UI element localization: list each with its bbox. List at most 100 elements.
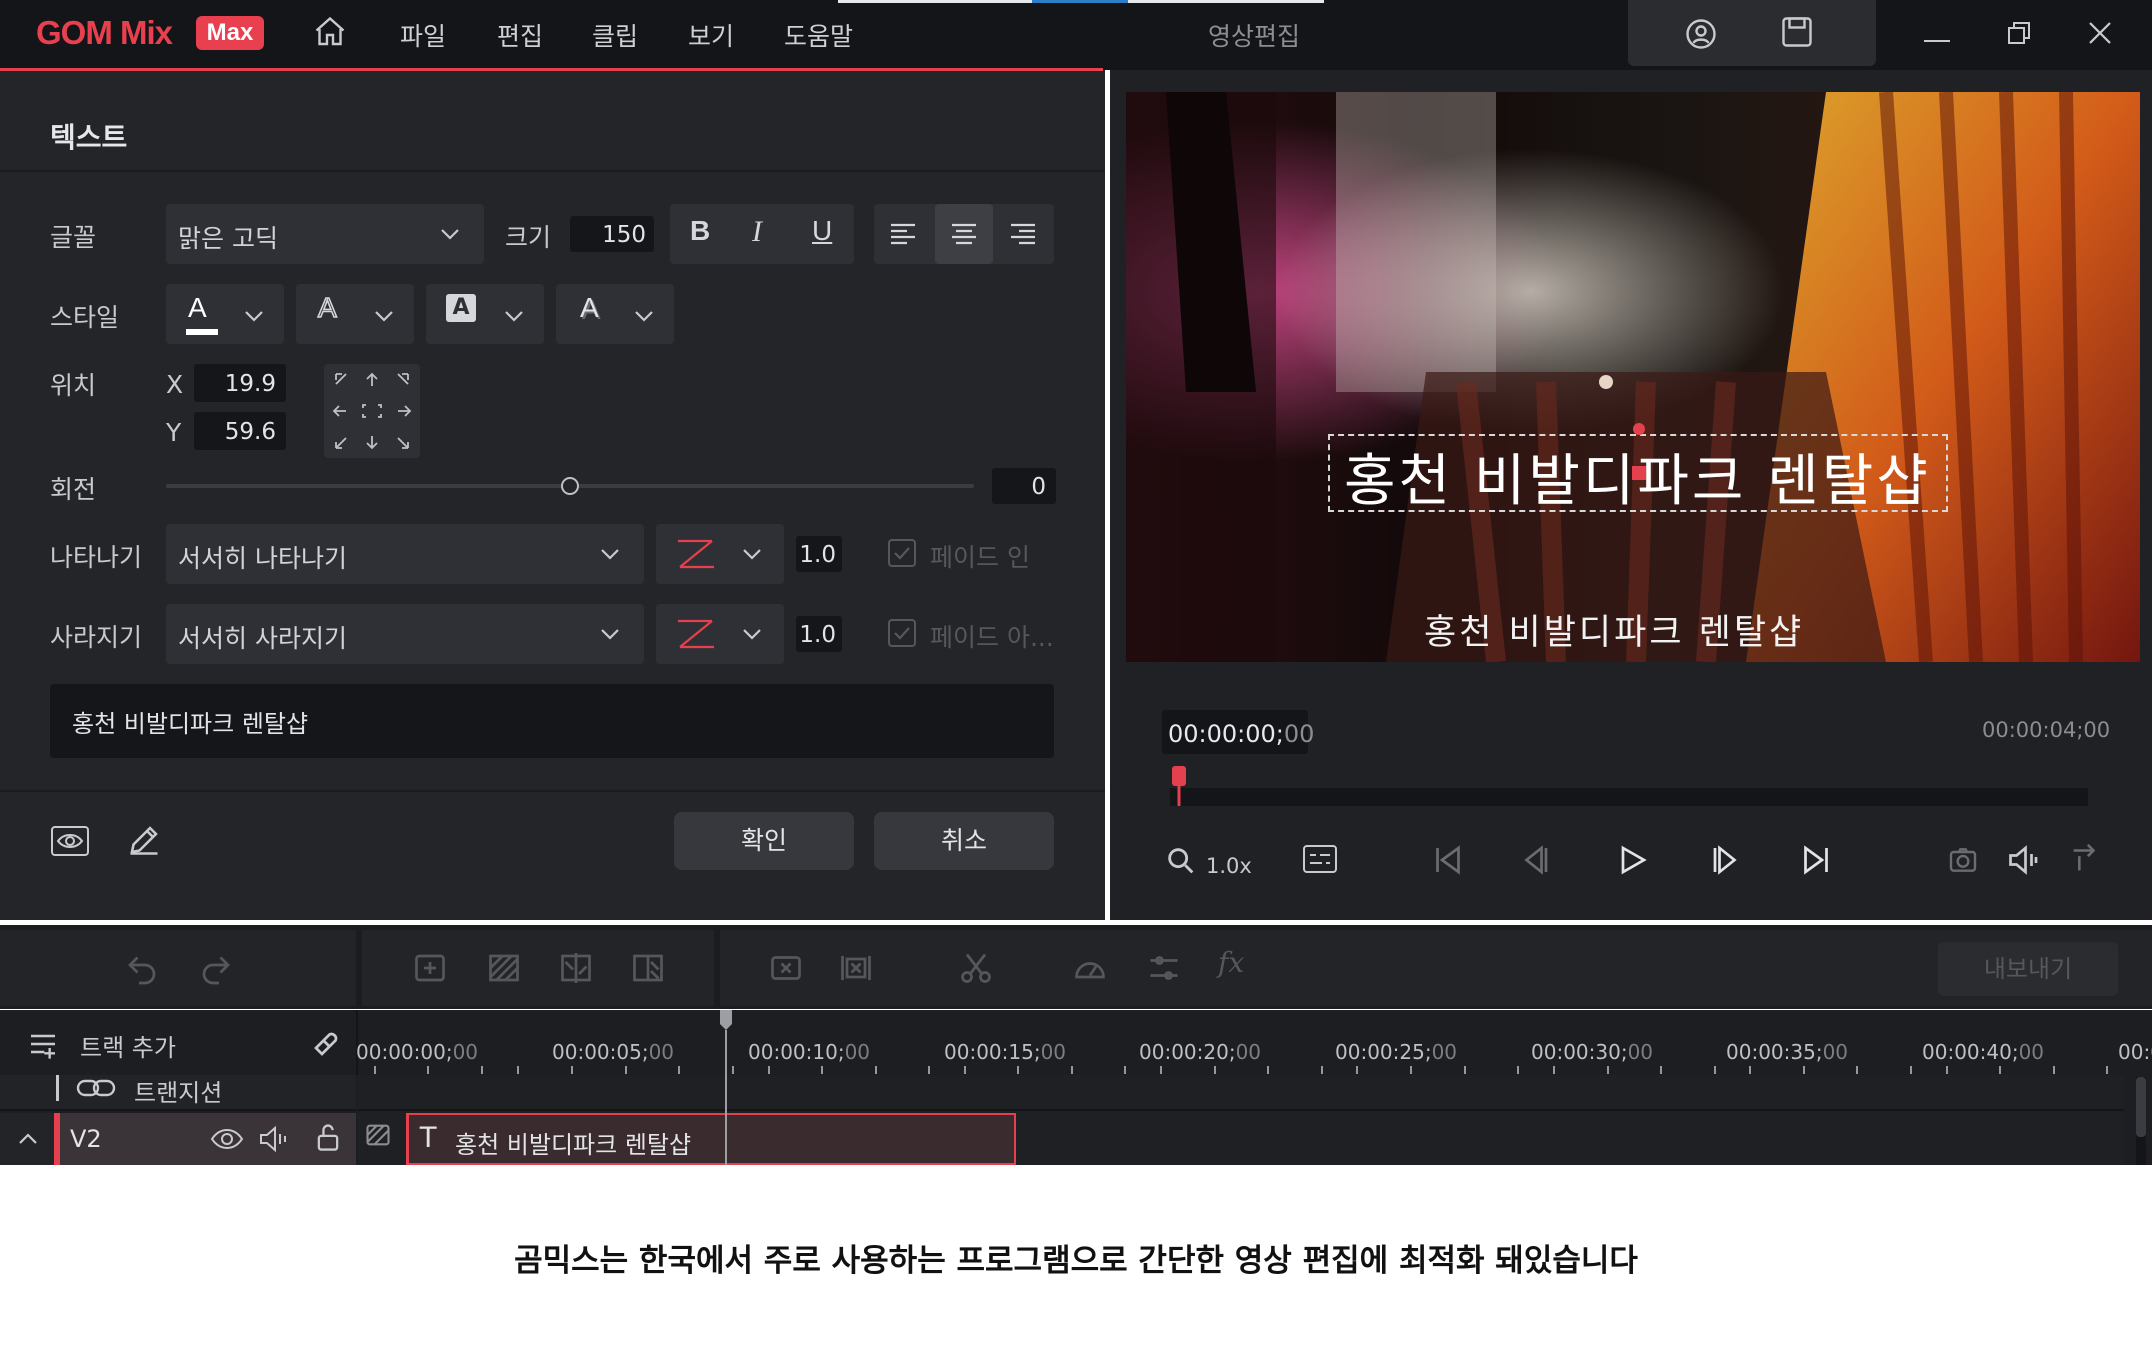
confirm-button[interactable]: 확인: [674, 812, 854, 870]
current-time-box: 00:00:00;00: [1162, 710, 1314, 754]
x-value: 19.9: [224, 371, 276, 397]
split-view-icon[interactable]: [556, 950, 596, 986]
easing-curve-icon: [676, 618, 716, 650]
appear-duration-input[interactable]: 1.0: [796, 536, 842, 572]
disappear-curve-select[interactable]: [656, 604, 784, 664]
appear-curve-select[interactable]: [656, 524, 784, 584]
half-view-icon[interactable]: [628, 950, 668, 986]
save-icon[interactable]: [1779, 14, 1815, 50]
account-icon[interactable]: [1683, 16, 1719, 52]
current-time-main: 00:00:00;: [1168, 720, 1284, 748]
subtitle-toggle-icon[interactable]: [1300, 842, 1340, 876]
video-preview[interactable]: [1126, 92, 2140, 662]
play-icon[interactable]: [1614, 842, 1650, 878]
x-input[interactable]: 19.9: [194, 364, 286, 402]
chevron-down-icon: [598, 544, 622, 564]
volume-icon[interactable]: [2006, 842, 2042, 878]
bold-button[interactable]: B: [690, 215, 710, 247]
edit-pen-icon[interactable]: [126, 822, 162, 858]
adjust-icon[interactable]: [1144, 950, 1184, 986]
rotation-slider[interactable]: [166, 477, 974, 495]
rotation-slider-knob[interactable]: [561, 477, 579, 495]
background-dropdown[interactable]: A: [426, 284, 544, 344]
ruler-tick-frames: 00: [1431, 1040, 1458, 1064]
ruler-tick-frames: 00: [2018, 1040, 2045, 1064]
close-icon[interactable]: [2085, 18, 2115, 48]
y-value: 59.6: [224, 419, 276, 445]
timeline-playhead[interactable]: [718, 1010, 734, 1165]
vertical-scrollbar[interactable]: [2136, 1077, 2146, 1165]
track-visibility-eye-icon[interactable]: [210, 1125, 244, 1153]
transition-track-header: 트랜지션: [0, 1075, 356, 1111]
go-to-end-icon[interactable]: [1798, 842, 1834, 878]
menu-file[interactable]: 파일: [400, 17, 446, 53]
font-select[interactable]: 맑은 고딕: [166, 204, 484, 264]
align-center-icon[interactable]: [949, 220, 979, 248]
appear-effect-select[interactable]: 서서히 나타나기: [166, 524, 644, 584]
fade-out-checkbox[interactable]: [888, 619, 916, 647]
undo-icon[interactable]: [122, 950, 162, 986]
delete-clip-icon[interactable]: [766, 950, 806, 986]
magnet-snap-icon[interactable]: [310, 1024, 346, 1060]
ruler-tick: 00:00:05;00: [552, 1040, 674, 1064]
text-clip[interactable]: T 홍천 비발디파크 렌탈샵: [406, 1113, 1016, 1165]
go-to-start-icon[interactable]: [1430, 842, 1466, 878]
y-input[interactable]: 59.6: [194, 412, 286, 450]
italic-button[interactable]: I: [752, 215, 762, 249]
track-tree-line: [56, 1075, 59, 1101]
track-mute-speaker-icon[interactable]: [258, 1125, 292, 1153]
seek-bar[interactable]: [1170, 788, 2088, 806]
outline-dropdown[interactable]: A: [296, 284, 414, 344]
rotation-input[interactable]: 0: [992, 468, 1056, 504]
minimize-icon[interactable]: [1924, 40, 1950, 42]
align-right-icon[interactable]: [1008, 220, 1038, 248]
restore-icon[interactable]: [2004, 18, 2034, 48]
size-input[interactable]: 150: [570, 216, 654, 252]
ruler-tick: 00:0: [2118, 1040, 2152, 1064]
effects-fx-icon[interactable]: fx: [1218, 946, 1244, 979]
ruler-tick-main: 00:00:05;: [552, 1040, 649, 1064]
shadow-dropdown[interactable]: A: [556, 284, 674, 344]
disappear-duration-input[interactable]: 1.0: [796, 616, 842, 652]
collapse-track-icon[interactable]: [16, 1129, 40, 1147]
cancel-button[interactable]: 취소: [874, 812, 1054, 870]
style-label: 스타일: [50, 303, 120, 332]
preview-eye-icon[interactable]: [50, 824, 90, 858]
rotation-handle[interactable]: [1633, 423, 1645, 435]
disappear-effect-select[interactable]: 서서히 사라지기: [166, 604, 644, 664]
fullscreen-icon[interactable]: [2068, 842, 2102, 876]
font-color-swatch: [186, 329, 218, 335]
description-caption: 곰믹스는 한국에서 주로 사용하는 프로그램으로 간단한 영상 편집에 최적화 …: [514, 1243, 1638, 1279]
zoom-icon[interactable]: [1164, 844, 1198, 878]
menu-clip[interactable]: 클립: [592, 17, 638, 53]
speed-icon[interactable]: [1070, 950, 1110, 986]
position-pad[interactable]: [324, 364, 420, 458]
next-frame-icon[interactable]: [1706, 842, 1742, 878]
fade-in-checkbox[interactable]: [888, 539, 916, 567]
align-left-icon[interactable]: [888, 220, 918, 248]
add-track-icon[interactable]: [26, 1028, 60, 1060]
menu-view[interactable]: 보기: [688, 17, 734, 53]
text-input[interactable]: 홍천 비발디파크 렌탈샵: [50, 684, 1054, 758]
menu-edit[interactable]: 편집: [497, 17, 543, 53]
add-image-icon[interactable]: [484, 950, 524, 986]
font-color-dropdown[interactable]: A: [166, 284, 284, 344]
add-media-icon[interactable]: [410, 950, 450, 986]
underline-button[interactable]: U: [812, 215, 832, 247]
remove-gap-icon[interactable]: [836, 950, 876, 986]
playhead-marker[interactable]: [1171, 766, 1187, 806]
export-button[interactable]: 내보내기: [1938, 942, 2118, 996]
snapshot-icon[interactable]: [1946, 844, 1980, 876]
text-input-value: 홍천 비발디파크 렌탈샵: [72, 710, 309, 738]
track-lock-icon[interactable]: [314, 1121, 342, 1153]
add-track-label[interactable]: 트랙 추가: [80, 1028, 176, 1063]
home-icon[interactable]: [312, 14, 348, 50]
cut-icon[interactable]: [956, 950, 996, 986]
menu-help[interactable]: 도움말: [784, 17, 853, 53]
redo-icon[interactable]: [196, 950, 236, 986]
previous-frame-icon[interactable]: [1522, 842, 1558, 878]
scrollbar-thumb[interactable]: [2136, 1077, 2146, 1137]
transition-track-lane[interactable]: [358, 1075, 2124, 1111]
easing-curve-icon: [676, 538, 716, 570]
ruler-tick-main: 00:00:35;: [1726, 1040, 1823, 1064]
